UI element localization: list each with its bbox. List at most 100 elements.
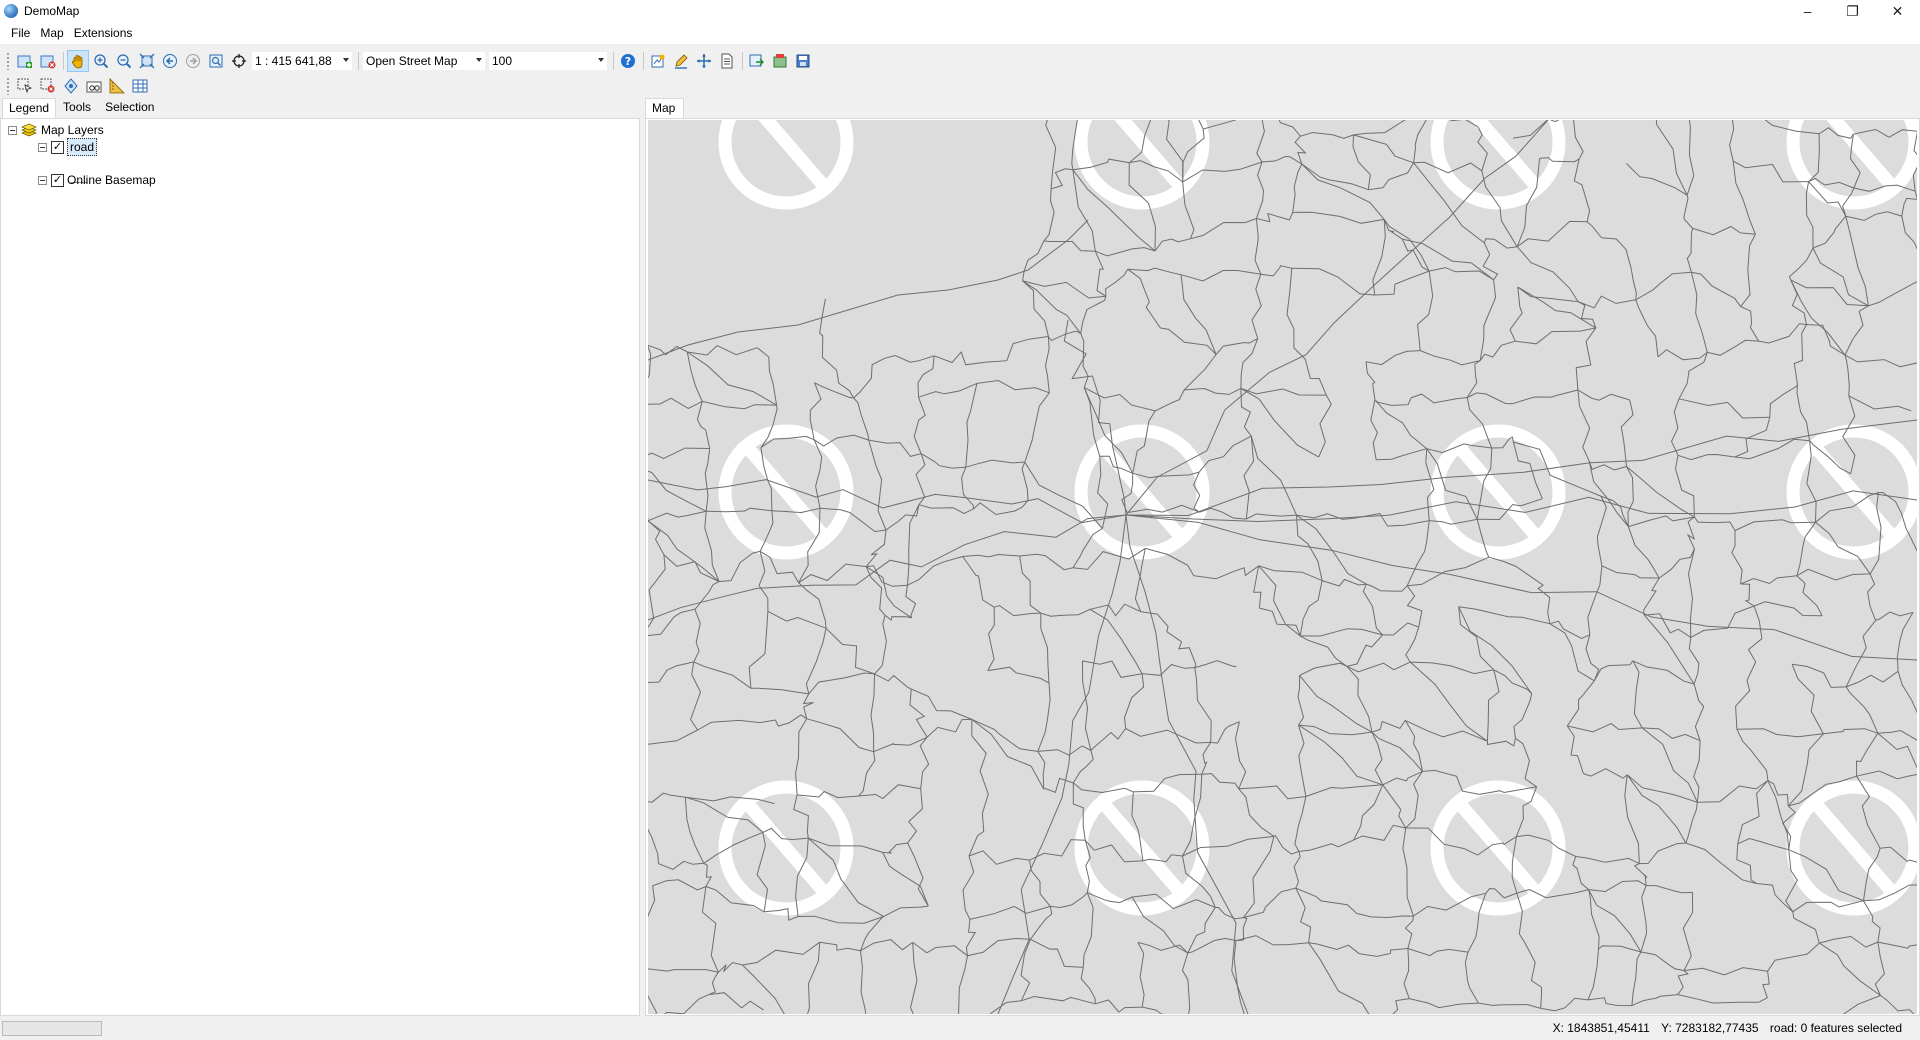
document-icon xyxy=(721,53,733,68)
ruler-icon xyxy=(109,77,125,93)
attribute-table-button[interactable] xyxy=(716,50,738,72)
tree-root-label: Map Layers xyxy=(41,123,104,137)
selection-toolbar xyxy=(0,73,1920,98)
find-button[interactable] xyxy=(83,75,105,97)
toolbar-grip[interactable] xyxy=(6,51,10,70)
status-x-coord: X: 1843851,45411 xyxy=(1552,1021,1650,1035)
menu-bar: File Map Extensions xyxy=(0,22,1920,44)
label-button[interactable] xyxy=(60,75,82,97)
export-icon xyxy=(749,54,764,66)
tab-map[interactable]: Map xyxy=(645,98,685,118)
minimize-button[interactable]: – xyxy=(1785,0,1830,22)
zoom-next-button[interactable] xyxy=(182,50,204,72)
restore-button[interactable]: ❐ xyxy=(1830,0,1875,22)
save-project-button[interactable] xyxy=(792,50,814,72)
window-title: DemoMap xyxy=(24,4,80,18)
toolbar-separator xyxy=(742,51,743,70)
toolbar-grip[interactable] xyxy=(6,76,10,95)
add-layer-icon xyxy=(17,55,32,68)
move-vertex-button[interactable] xyxy=(693,50,715,72)
menu-file[interactable]: File xyxy=(6,26,35,40)
zoom-layer-icon xyxy=(209,54,223,67)
layer-road[interactable]: ✓ road xyxy=(38,138,98,156)
window-controls: – ❐ ✕ xyxy=(1785,0,1920,22)
toolbar-separator xyxy=(358,51,359,70)
toolbar-separator xyxy=(63,51,64,70)
legend-tree: Map Layers ✓ road ✓ Online Basemap xyxy=(0,118,640,1016)
pan-button[interactable] xyxy=(67,49,89,72)
tab-legend[interactable]: Legend xyxy=(2,98,57,118)
opacity-combo[interactable]: 100 xyxy=(488,50,608,71)
collapse-icon[interactable] xyxy=(38,175,47,185)
scale-combo[interactable]: 1 : 415 641,88 xyxy=(251,50,353,71)
select-features-button[interactable] xyxy=(14,75,36,97)
chevron-down-icon xyxy=(476,57,482,62)
status-text: X: 1843851,45411 Y: 7283182,77435 road: … xyxy=(1545,1021,1902,1035)
layer-road-label[interactable]: road xyxy=(67,138,98,156)
database-icon xyxy=(773,53,787,67)
back-arrow-icon xyxy=(163,53,177,68)
status-y-coord: Y: 7283182,77435 xyxy=(1661,1021,1759,1035)
add-layer-button[interactable] xyxy=(14,50,36,72)
close-button[interactable]: ✕ xyxy=(1875,0,1920,22)
new-shapefile-button[interactable] xyxy=(647,50,669,72)
export-button[interactable] xyxy=(746,50,768,72)
main-toolbar: 1 : 415 641,88 Open Street Map 100 ? xyxy=(0,48,1920,73)
toolbar-separator xyxy=(613,51,614,70)
collapse-icon[interactable] xyxy=(8,125,17,135)
collapse-icon[interactable] xyxy=(38,142,47,152)
identify-button[interactable] xyxy=(228,50,250,72)
zoom-previous-button[interactable] xyxy=(159,50,181,72)
app-globe-icon xyxy=(4,4,18,18)
layer-basemap-checkbox[interactable]: ✓ xyxy=(51,173,64,187)
edit-features-button[interactable] xyxy=(670,50,692,72)
left-panel: Legend Tools Selection Map Layers ✓ road… xyxy=(0,98,640,1016)
zoom-in-button[interactable] xyxy=(90,50,112,72)
chevron-down-icon xyxy=(598,57,604,62)
zoom-out-button[interactable] xyxy=(113,50,135,72)
forward-arrow-icon xyxy=(186,53,200,68)
remove-layer-icon xyxy=(40,55,56,68)
clear-selection-button[interactable] xyxy=(37,75,59,97)
map-frame xyxy=(645,118,1920,1016)
zoom-to-layer-button[interactable] xyxy=(205,50,227,72)
chevron-down-icon xyxy=(343,57,349,62)
import-button[interactable] xyxy=(769,50,791,72)
help-button[interactable]: ? xyxy=(617,50,639,72)
binoculars-icon xyxy=(86,81,102,92)
zoom-out-icon xyxy=(117,53,132,68)
measure-button[interactable] xyxy=(106,75,128,97)
layer-road-checkbox[interactable]: ✓ xyxy=(51,140,64,154)
select-icon xyxy=(17,78,33,93)
tree-root[interactable]: Map Layers xyxy=(8,121,104,139)
svg-text:?: ? xyxy=(625,55,631,68)
scale-value: 1 : 415 641,88 xyxy=(255,53,332,68)
remove-layer-button[interactable] xyxy=(37,50,59,72)
opacity-value: 100 xyxy=(492,53,513,68)
save-icon xyxy=(796,54,810,67)
tab-tools[interactable]: Tools xyxy=(56,97,98,118)
map-svg[interactable] xyxy=(648,120,1917,1014)
progress-bar xyxy=(2,1021,102,1036)
new-layer-icon xyxy=(651,54,665,67)
layers-icon xyxy=(21,123,37,137)
status-selection: road: 0 features selected xyxy=(1769,1021,1902,1035)
pencil-icon xyxy=(675,53,688,69)
left-tabs: Legend Tools Selection xyxy=(0,98,640,118)
status-bar: X: 1843851,45411 Y: 7283182,77435 road: … xyxy=(0,1016,1920,1040)
map-tabs: Map xyxy=(645,98,685,118)
zoom-extent-button[interactable] xyxy=(136,50,158,72)
zoom-in-icon xyxy=(94,53,109,68)
table-button[interactable] xyxy=(129,75,151,97)
clear-selection-icon xyxy=(40,78,55,92)
hand-pan-icon xyxy=(72,54,83,68)
map-canvas[interactable] xyxy=(648,120,1917,1014)
menu-extensions[interactable]: Extensions xyxy=(69,26,138,40)
basemap-combo[interactable]: Open Street Map xyxy=(362,50,486,71)
menu-map[interactable]: Map xyxy=(35,26,68,40)
tab-selection[interactable]: Selection xyxy=(98,97,161,118)
layer-online-basemap[interactable]: ✓ Online Basemap xyxy=(38,171,156,189)
zoom-extent-icon xyxy=(139,53,155,68)
crosshair-icon xyxy=(232,53,246,68)
layer-basemap-label[interactable]: Online Basemap xyxy=(67,173,156,187)
